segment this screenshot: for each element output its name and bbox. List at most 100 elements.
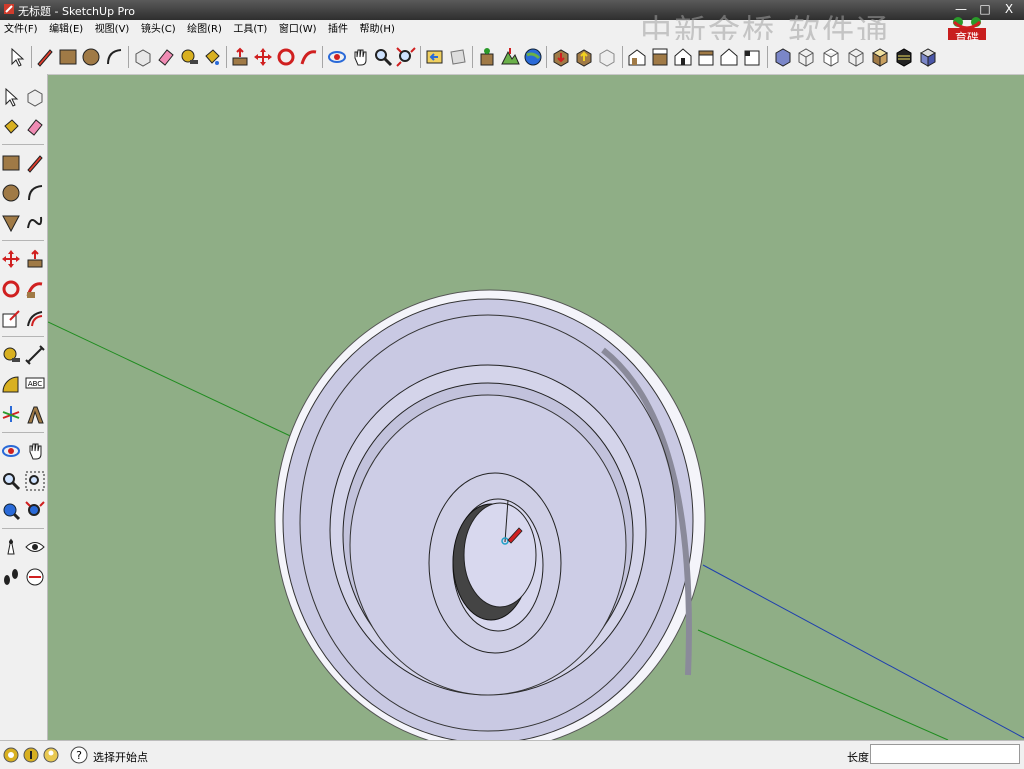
position-camera-icon[interactable]	[0, 536, 22, 558]
axes-icon[interactable]	[0, 404, 22, 426]
menu-file[interactable]: 文件(F)	[0, 20, 42, 40]
tape-measure-icon[interactable]	[0, 344, 22, 366]
sketchup-app-icon	[4, 4, 14, 14]
back-view-icon[interactable]	[718, 46, 740, 68]
toolbar-separator	[2, 336, 44, 337]
orbit-icon[interactable]	[326, 46, 348, 68]
orbit-icon[interactable]	[0, 440, 22, 462]
eraser-icon[interactable]	[24, 116, 46, 138]
text-icon[interactable]: ABC	[24, 374, 46, 396]
toggle-terrain-icon[interactable]	[499, 46, 521, 68]
shaded-style-icon[interactable]	[845, 46, 867, 68]
svg-text:?: ?	[76, 749, 82, 762]
credits-status-icon[interactable]	[22, 746, 40, 764]
previous-view-icon[interactable]	[0, 500, 22, 522]
main-toolbar	[0, 40, 1024, 75]
add-location-icon[interactable]	[476, 46, 498, 68]
shaded-textures-style-icon[interactable]	[869, 46, 891, 68]
section-plane-icon[interactable]	[24, 566, 46, 588]
top-view-icon[interactable]	[649, 46, 671, 68]
menu-view[interactable]: 视图(V)	[91, 20, 134, 40]
hole-top-face[interactable]	[463, 502, 537, 608]
wireframe-style-icon[interactable]	[795, 46, 817, 68]
left-view-icon[interactable]	[741, 46, 763, 68]
pencil-icon[interactable]	[24, 152, 46, 174]
iso-view-icon[interactable]	[626, 46, 648, 68]
share-model-icon[interactable]	[573, 46, 595, 68]
menu-help[interactable]: 帮助(H)	[356, 20, 399, 40]
rotate-icon[interactable]	[0, 278, 22, 300]
walk-footprints-icon[interactable]	[0, 566, 22, 588]
geolocation-status-icon[interactable]	[2, 746, 20, 764]
move-icon[interactable]	[0, 248, 22, 270]
scale-icon[interactable]	[0, 308, 22, 330]
paint-bucket-icon[interactable]	[201, 46, 223, 68]
make-component-icon[interactable]	[132, 46, 154, 68]
look-around-eye-icon[interactable]	[24, 536, 46, 558]
share-component-icon[interactable]	[596, 46, 618, 68]
pencil-icon[interactable]	[34, 46, 56, 68]
toolbar-separator	[622, 46, 623, 68]
status-bar: ? 选择开始点 长度	[0, 740, 1024, 769]
eraser-icon[interactable]	[155, 46, 177, 68]
toolbar-separator	[128, 46, 129, 68]
monochrome-style-icon[interactable]	[893, 46, 915, 68]
google-earth-icon[interactable]	[522, 46, 544, 68]
push-pull-icon[interactable]	[229, 46, 251, 68]
hidden-line-style-icon[interactable]	[820, 46, 842, 68]
3d-viewport[interactable]	[48, 75, 1024, 740]
zoom-window-icon[interactable]	[24, 470, 46, 492]
xray-style-icon[interactable]	[772, 46, 794, 68]
menu-tools[interactable]: 工具(T)	[229, 20, 271, 40]
zoom-icon[interactable]	[0, 470, 22, 492]
rectangle-icon[interactable]	[0, 152, 22, 174]
freehand-icon[interactable]	[24, 212, 46, 234]
menu-camera[interactable]: 镜头(C)	[137, 20, 180, 40]
select-arrow-icon[interactable]	[0, 86, 22, 108]
toolbar-separator	[472, 46, 473, 68]
offset-icon[interactable]	[24, 308, 46, 330]
help-question-icon[interactable]: ?	[70, 746, 88, 764]
front-view-icon[interactable]	[672, 46, 694, 68]
follow-me-icon[interactable]	[298, 46, 320, 68]
arc-icon[interactable]	[103, 46, 125, 68]
move-icon[interactable]	[252, 46, 274, 68]
circle-icon[interactable]	[80, 46, 102, 68]
color-by-axis-style-icon[interactable]	[917, 46, 939, 68]
3d-text-icon[interactable]	[24, 404, 46, 426]
right-view-icon[interactable]	[695, 46, 717, 68]
toolbar-separator	[2, 432, 44, 433]
follow-me-icon[interactable]	[24, 278, 46, 300]
svg-text:ABC: ABC	[28, 380, 42, 388]
menu-edit[interactable]: 编辑(E)	[45, 20, 87, 40]
next-view-icon[interactable]	[447, 46, 469, 68]
get-models-icon[interactable]	[550, 46, 572, 68]
push-pull-icon[interactable]	[24, 248, 46, 270]
pan-hand-icon[interactable]	[24, 440, 46, 462]
model-canvas[interactable]	[48, 75, 1024, 740]
menu-window[interactable]: 窗口(W)	[275, 20, 321, 40]
measurements-input[interactable]	[870, 744, 1020, 764]
paint-bucket-icon[interactable]	[0, 116, 22, 138]
toolbar-separator	[2, 144, 44, 145]
zoom-extents-icon[interactable]	[395, 46, 417, 68]
make-component-icon[interactable]	[24, 86, 46, 108]
arc-icon[interactable]	[24, 182, 46, 204]
rotate-icon[interactable]	[275, 46, 297, 68]
menu-draw[interactable]: 绘图(R)	[183, 20, 226, 40]
protractor-icon[interactable]	[0, 374, 22, 396]
circle-icon[interactable]	[0, 182, 22, 204]
user-status-icon[interactable]	[42, 746, 60, 764]
dimension-icon[interactable]	[24, 344, 46, 366]
previous-view-icon[interactable]	[424, 46, 446, 68]
close-button[interactable]: X	[1000, 1, 1018, 17]
rectangle-icon[interactable]	[57, 46, 79, 68]
select-arrow-icon[interactable]	[6, 46, 28, 68]
polygon-icon[interactable]	[0, 212, 22, 234]
menu-plugins[interactable]: 插件	[324, 20, 352, 40]
tape-measure-icon[interactable]	[178, 46, 200, 68]
status-hint: 选择开始点	[93, 751, 148, 764]
zoom-icon[interactable]	[372, 46, 394, 68]
pan-hand-icon[interactable]	[349, 46, 371, 68]
zoom-extents-icon[interactable]	[24, 500, 46, 522]
